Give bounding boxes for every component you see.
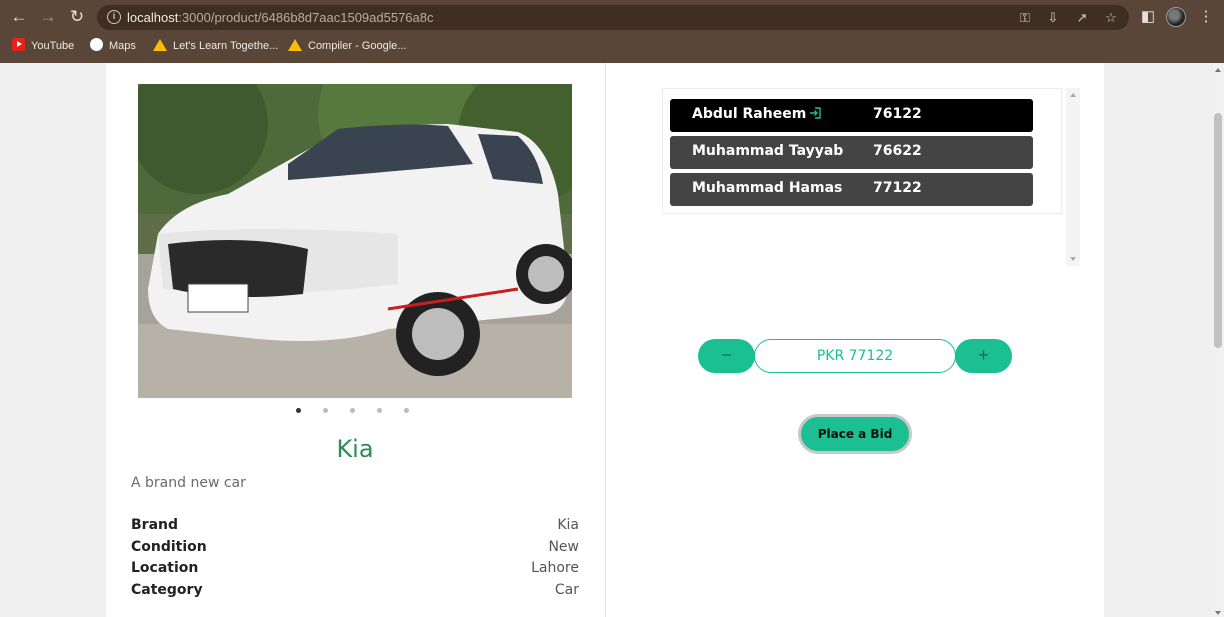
decrement-button[interactable]: −: [698, 339, 755, 373]
product-title: Kia: [336, 435, 374, 463]
scroll-down-arrow-icon[interactable]: [1070, 257, 1076, 261]
url-host: localhost: [127, 10, 179, 25]
spec-value: Lahore: [531, 560, 579, 576]
url-path: :3000/product/6486b8d7aac1509ad5576a8c: [178, 10, 434, 25]
bookmark-youtube[interactable]: YouTube: [12, 38, 74, 54]
login-icon: [809, 107, 821, 119]
bid-amount-input[interactable]: PKR 77122: [754, 339, 956, 373]
info-icon[interactable]: i: [107, 10, 121, 24]
bookmark-label: Maps: [109, 40, 136, 52]
drive-icon: [288, 39, 302, 51]
url-text[interactable]: localhost:3000/product/6486b8d7aac1509ad…: [127, 10, 434, 25]
scroll-down-arrow-icon[interactable]: [1215, 611, 1221, 615]
product-image[interactable]: [138, 84, 572, 398]
spec-row-brand: Brand Kia: [131, 517, 579, 537]
bid-row: Muhammad Tayyab 76622: [670, 136, 1033, 169]
profile-avatar[interactable]: [1166, 7, 1186, 27]
bid-amount: 77122: [873, 180, 922, 196]
bookmark-label: Let's Learn Togethe...: [173, 40, 279, 52]
carousel-dot[interactable]: [350, 408, 355, 413]
maps-icon: [90, 38, 103, 51]
spec-row-category: Category Car: [131, 582, 579, 602]
bookmark-maps[interactable]: Maps: [90, 38, 136, 54]
reload-icon[interactable]: ↻: [66, 6, 88, 28]
carousel-dot[interactable]: [296, 408, 301, 413]
increment-button[interactable]: +: [955, 339, 1012, 373]
spec-row-location: Location Lahore: [131, 560, 579, 580]
column-divider: [605, 63, 606, 617]
bookmark-label: Compiler - Google...: [308, 40, 407, 52]
drive-icon: [153, 39, 167, 51]
scroll-thumb[interactable]: [1214, 113, 1222, 348]
bookmark-compiler[interactable]: Compiler - Google...: [288, 38, 406, 54]
bidder-name: Abdul Raheem: [692, 106, 821, 122]
bid-row: Abdul Raheem 76122: [670, 99, 1033, 132]
spec-key: Brand: [131, 517, 179, 533]
bid-row: Muhammad Hamas 77122: [670, 173, 1033, 206]
bookmark-lets-learn[interactable]: Let's Learn Togethe...: [153, 38, 278, 54]
spec-key: Location: [131, 560, 199, 576]
share-icon[interactable]: ↗: [1072, 8, 1092, 28]
bidder-name: Muhammad Hamas: [692, 180, 843, 196]
key-icon[interactable]: ⚿: [1015, 8, 1035, 28]
scroll-up-arrow-icon[interactable]: [1070, 93, 1076, 97]
spec-value: New: [548, 539, 579, 555]
star-icon[interactable]: ☆: [1101, 8, 1121, 28]
browser-toolbar: ← → ↻ i localhost:3000/product/6486b8d7a…: [0, 0, 1224, 35]
bid-amount: 76122: [873, 106, 922, 122]
product-description: A brand new car: [131, 475, 246, 491]
bookmark-label: YouTube: [31, 40, 75, 52]
address-bar[interactable]: i localhost:3000/product/6486b8d7aac1509…: [97, 5, 1129, 30]
bidder-name: Muhammad Tayyab: [692, 143, 844, 159]
carousel-dot[interactable]: [323, 408, 328, 413]
spec-key: Condition: [131, 539, 207, 555]
spec-value: Kia: [557, 517, 579, 533]
place-bid-button[interactable]: Place a Bid: [798, 414, 912, 454]
back-arrow-icon[interactable]: ←: [8, 6, 30, 28]
bidder-name-text: Abdul Raheem: [692, 106, 807, 122]
spec-value: Car: [554, 582, 579, 598]
bid-amount: 76622: [873, 143, 922, 159]
page-scrollbar[interactable]: [1212, 63, 1224, 617]
bookmarks-bar: YouTube Maps Let's Learn Togethe... Comp…: [0, 35, 1224, 57]
spec-key: Category: [131, 582, 203, 598]
spec-row-condition: Condition New: [131, 539, 579, 559]
carousel-dot[interactable]: [404, 408, 409, 413]
scroll-up-arrow-icon[interactable]: [1215, 68, 1221, 72]
sidepanel-icon[interactable]: ◧: [1137, 6, 1159, 28]
install-icon[interactable]: ⇩: [1043, 8, 1063, 28]
browser-chrome: ← → ↻ i localhost:3000/product/6486b8d7a…: [0, 0, 1224, 63]
youtube-icon: [12, 38, 25, 51]
bids-scrollbar[interactable]: [1066, 88, 1080, 266]
menu-icon[interactable]: ⋮: [1195, 6, 1217, 28]
carousel-dot[interactable]: [377, 408, 382, 413]
forward-arrow-icon[interactable]: →: [37, 6, 59, 28]
